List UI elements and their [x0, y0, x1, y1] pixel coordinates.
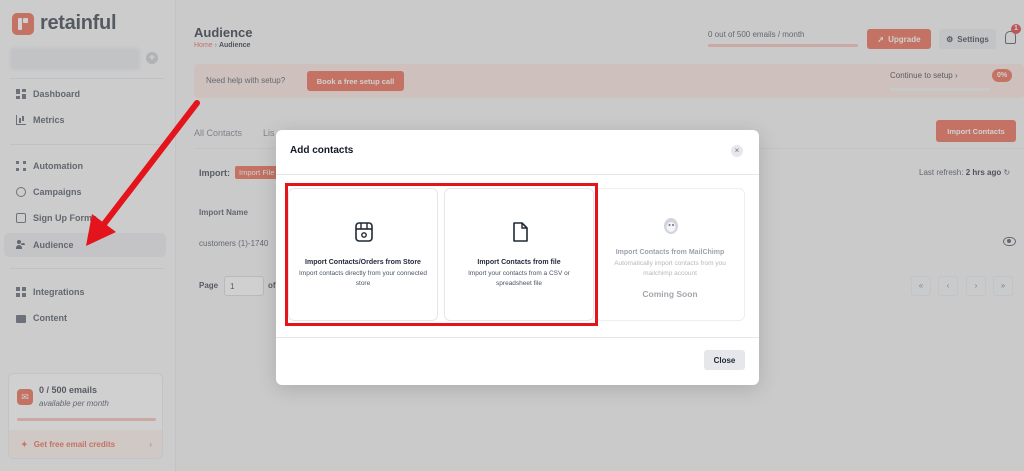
annotation-arrow: [86, 100, 200, 246]
arrow-shaft: [98, 100, 200, 231]
